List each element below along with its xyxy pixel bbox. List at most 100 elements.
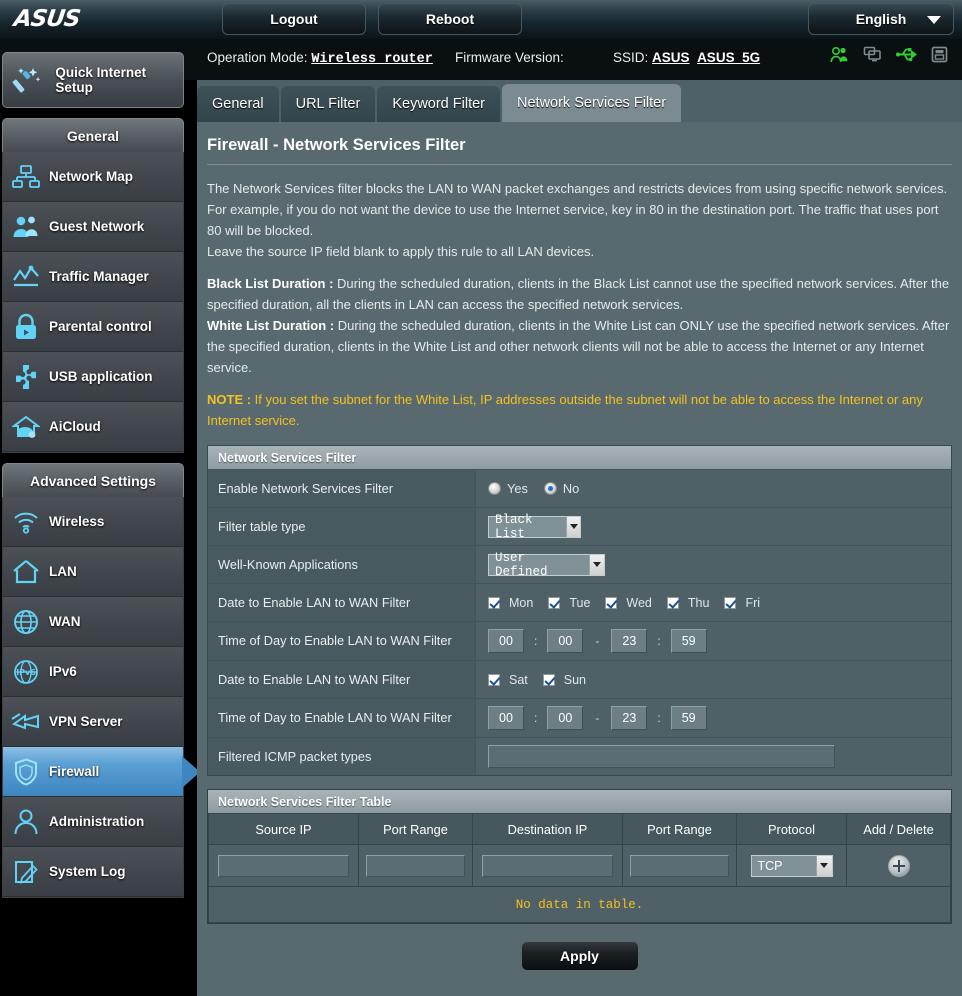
clients-icon[interactable] [830, 46, 849, 63]
cell-destination-ip [472, 844, 623, 887]
icmp-label: Filtered ICMP packet types [208, 738, 476, 775]
icmp-packet-types-input[interactable] [488, 745, 835, 768]
printer-icon[interactable] [931, 46, 948, 63]
sidebar-item-parental-control[interactable]: Parental control [3, 302, 183, 352]
sidebar-item-firewall[interactable]: Firewall [3, 747, 200, 797]
radio-no-label: No [562, 481, 580, 496]
date-weekend-value: Sat Sun [476, 661, 951, 698]
ssid-info: SSID: ASUS ASUS_5G [613, 50, 760, 65]
apply-button[interactable]: Apply [520, 941, 639, 971]
sidebar-item-label: Network Map [49, 169, 134, 184]
sidebar-item-label: Administration [49, 814, 145, 829]
checkbox-sun[interactable] [542, 673, 555, 686]
chevron-down-icon [815, 855, 832, 876]
sidebar-item-system-log[interactable]: System Log [3, 847, 183, 897]
well-known-apps-value: User Defined [476, 546, 951, 583]
enable-filter-value: Yes No [476, 470, 951, 507]
column-source-port-range: Port Range [358, 813, 473, 845]
reboot-button[interactable]: Reboot [378, 3, 522, 35]
sidebar-item-usb-application[interactable]: USB application [3, 352, 183, 402]
sidebar-item-network-map[interactable]: Network Map [3, 152, 183, 202]
asus-logo: ASUS [12, 6, 82, 32]
checkbox-thu-label: Thu [687, 595, 710, 610]
sidebar-item-label: Guest Network [49, 219, 145, 234]
destination-ip-input[interactable] [481, 854, 614, 877]
operation-mode-value[interactable]: Wireless router [311, 52, 433, 67]
chevron-down-icon [588, 554, 604, 575]
checkbox-mon[interactable] [488, 596, 500, 609]
ssid-label: SSID: [613, 50, 649, 65]
weekend-end-minute-input[interactable]: 59 [670, 706, 707, 730]
sidebar-item-wan[interactable]: WAN [3, 597, 183, 647]
sidebar-item-aicloud[interactable]: AiCloud [3, 402, 183, 452]
weekend-end-hour-input[interactable]: 23 [611, 706, 648, 730]
network-services-filter-table: Network Services Filter Table Source IP … [207, 789, 952, 924]
protocol-selected: TCP [757, 858, 783, 873]
sidebar-item-ipv6[interactable]: IPv6 IPv6 [3, 647, 183, 697]
tab-general[interactable]: General [197, 86, 279, 122]
add-rule-button[interactable] [887, 854, 910, 877]
weekday-end-minute-input[interactable]: 59 [670, 629, 707, 653]
column-protocol: Protocol [736, 813, 847, 845]
devices-icon[interactable] [863, 46, 882, 63]
sidebar-item-guest-network[interactable]: Guest Network [3, 202, 183, 252]
column-source-ip: Source IP [208, 813, 359, 845]
checkbox-tue[interactable] [548, 596, 561, 609]
form-box-title: Network Services Filter [208, 446, 951, 469]
sidebar-item-label: IPv6 [49, 664, 77, 679]
sidebar-item-wireless[interactable]: Wireless [3, 497, 183, 547]
sidebar-item-administration[interactable]: Administration [3, 797, 183, 847]
time-weekend-label: Time of Day to Enable LAN to WAN Filter [208, 699, 476, 737]
checkbox-wed-label: Wed [626, 595, 652, 610]
ssid-24g-value[interactable]: ASUS [652, 50, 690, 65]
sidebar-item-label: System Log [49, 864, 126, 879]
language-label: English [855, 11, 907, 27]
tab-network-services-filter[interactable]: Network Services Filter [502, 84, 682, 122]
form-row-time-weekend: Time of Day to Enable LAN to WAN Filter … [208, 698, 951, 737]
checkbox-thu[interactable] [666, 596, 679, 609]
column-dest-port-range: Port Range [622, 813, 737, 845]
dest-port-range-input[interactable] [629, 854, 730, 877]
ssid-5g-value[interactable]: ASUS_5G [697, 50, 760, 65]
sidebar-item-lan[interactable]: LAN [3, 547, 183, 597]
checkbox-wed[interactable] [605, 596, 618, 609]
weekend-start-minute-input[interactable]: 00 [547, 706, 584, 730]
sidebar-item-label: Wireless [49, 514, 105, 529]
form-row-date-weekend: Date to Enable LAN to WAN Filter Sat Sun [208, 660, 951, 698]
cell-source-port [358, 844, 473, 887]
sidebar-section-advanced: Advanced Settings [2, 463, 184, 497]
operation-mode-label: Operation Mode: [207, 50, 308, 65]
radio-no[interactable] [543, 482, 557, 495]
sidebar-item-traffic-manager[interactable]: Traffic Manager [3, 252, 183, 302]
network-map-icon [3, 164, 49, 190]
weekday-end-hour-input[interactable]: 23 [611, 629, 648, 653]
sidebar-item-vpn-server[interactable]: VPN Server [3, 697, 183, 747]
form-row-time-weekday: Time of Day to Enable LAN to WAN Filter … [208, 621, 951, 660]
checkbox-sat[interactable] [488, 673, 500, 686]
language-selector[interactable]: English [808, 3, 954, 35]
source-ip-input[interactable] [217, 854, 350, 877]
operation-mode: Operation Mode: Wireless router [207, 50, 433, 67]
well-known-apps-select[interactable]: User Defined [488, 551, 605, 579]
protocol-select[interactable]: TCP [750, 854, 833, 877]
weekday-start-minute-input[interactable]: 00 [547, 629, 584, 653]
source-port-range-input[interactable] [365, 854, 466, 877]
usb-application-icon [3, 363, 49, 391]
usb-icon[interactable] [896, 46, 917, 63]
date-weekday-value: Mon Tue Wed Thu Fri [476, 584, 951, 621]
tab-url-filter[interactable]: URL Filter [280, 86, 376, 122]
date-weekend-label: Date to Enable LAN to WAN Filter [208, 661, 476, 698]
tab-keyword-filter[interactable]: Keyword Filter [377, 86, 500, 122]
radio-yes[interactable] [488, 482, 501, 495]
sidebar-section-general: General [2, 118, 184, 152]
weekend-start-hour-input[interactable]: 00 [488, 706, 524, 730]
weekday-start-hour-input[interactable]: 00 [488, 629, 524, 653]
quick-internet-setup-button[interactable]: Quick Internet Setup [2, 52, 184, 108]
header-status-icons [830, 46, 948, 63]
filter-table-type-select[interactable]: Black List [488, 513, 581, 541]
sidebar: Quick Internet Setup General Network Map… [0, 44, 200, 898]
note-description: NOTE : If you set the subnet for the Whi… [207, 389, 952, 431]
lan-icon [3, 559, 49, 585]
logout-button[interactable]: Logout [222, 3, 366, 35]
checkbox-fri[interactable] [724, 596, 737, 609]
